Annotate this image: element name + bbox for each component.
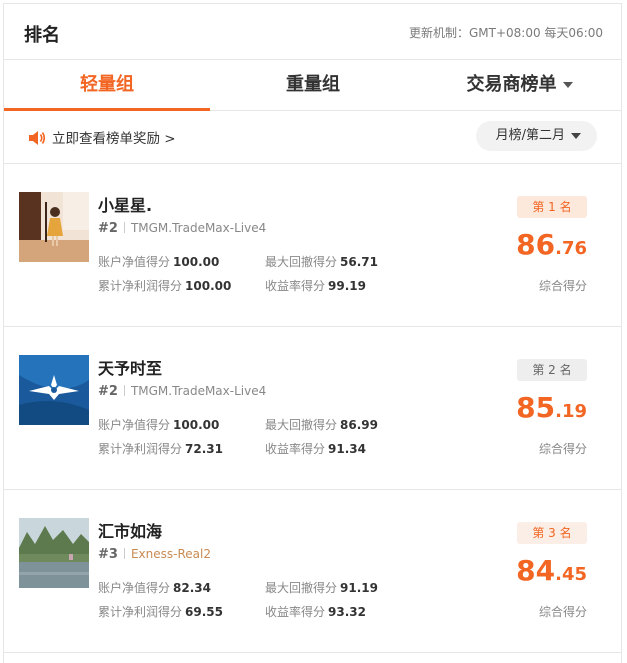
stat-label: 最大回撤得分 bbox=[265, 418, 338, 432]
speaker-icon bbox=[29, 131, 46, 145]
toolbar: 立即查看榜单奖励 > 月榜/第二月 bbox=[4, 111, 621, 164]
score-integer: 86 bbox=[516, 228, 556, 261]
stat-label: 账户净值得分 bbox=[98, 418, 171, 432]
drawdown-stat: 最大回撤得分 86.99 bbox=[265, 416, 378, 433]
stat-label: 账户净值得分 bbox=[98, 255, 171, 269]
ranking-panel: 排名 更新机制：GMT+08:00 每天06:00 轻量组 重量组 交易商榜单 … bbox=[3, 3, 622, 663]
composite-score: 85.19 bbox=[516, 391, 587, 424]
stat-label: 账户净值得分 bbox=[98, 581, 171, 595]
account-rank: #3 bbox=[98, 547, 118, 562]
equity-stat: 账户净值得分 100.00 bbox=[98, 416, 219, 433]
tab-broker-ranking[interactable]: 交易商榜单 bbox=[416, 60, 623, 110]
trader-name: 小星星. bbox=[98, 196, 153, 215]
equity-stat: 账户净值得分 100.00 bbox=[98, 253, 219, 270]
divider bbox=[123, 222, 125, 233]
stat-label: 最大回撤得分 bbox=[265, 255, 338, 269]
profit-stat: 累计净利润得分 72.31 bbox=[98, 440, 223, 457]
score-label: 综合得分 bbox=[538, 279, 587, 293]
ranking-card[interactable]: 汇市如海 #3 Exness-Real2 账户净值得分 82.34 最大回撤得分 91… bbox=[4, 490, 621, 653]
score-integer: 84 bbox=[516, 554, 556, 587]
score-label: 综合得分 bbox=[538, 605, 587, 619]
divider bbox=[123, 548, 125, 559]
score-integer: 85 bbox=[516, 391, 556, 424]
update-schedule-text: 更新机制：GMT+08:00 每天06:00 bbox=[408, 26, 603, 40]
return-stat: 收益率得分 99.19 bbox=[265, 277, 366, 294]
stat-value: 100.00 bbox=[173, 418, 220, 432]
score-label: 综合得分 bbox=[538, 442, 587, 456]
stat-label: 累计净利润得分 bbox=[98, 605, 183, 619]
account-rank: #2 bbox=[98, 384, 118, 399]
profit-stat: 累计净利润得分 69.55 bbox=[98, 603, 223, 620]
view-rewards-link[interactable]: 立即查看榜单奖励 > bbox=[28, 127, 176, 147]
rank-badge: 第 3 名 bbox=[517, 522, 587, 544]
panel-header: 排名 更新机制：GMT+08:00 每天06:00 bbox=[4, 4, 621, 60]
stat-value: 86.99 bbox=[340, 418, 378, 432]
ranking-card[interactable]: 天予时至 #2 TMGM.TradeMax-Live4 账户净值得分 100.00 … bbox=[4, 327, 621, 490]
server-name: Exness-Real2 bbox=[130, 547, 211, 561]
stat-label: 收益率得分 bbox=[265, 279, 326, 293]
avatar bbox=[19, 518, 89, 588]
page-title: 排名 bbox=[24, 25, 60, 46]
stat-value: 82.34 bbox=[173, 581, 211, 595]
ranking-card[interactable]: 小星星. #2 TMGM.TradeMax-Live4 账户净值得分 100.00 … bbox=[4, 164, 621, 327]
score-decimal: .76 bbox=[555, 238, 587, 259]
score-decimal: .45 bbox=[555, 564, 587, 585]
stat-label: 收益率得分 bbox=[265, 442, 326, 456]
server-name: TMGM.TradeMax-Live4 bbox=[130, 384, 267, 398]
stat-value: 100.00 bbox=[185, 279, 232, 293]
tab-heavyweight[interactable]: 重量组 bbox=[210, 60, 416, 110]
period-label: 月榜/第二月 bbox=[495, 128, 565, 143]
equity-stat: 账户净值得分 82.34 bbox=[98, 579, 211, 596]
avatar bbox=[19, 355, 89, 425]
account-info: #2 TMGM.TradeMax-Live4 bbox=[98, 221, 266, 236]
account-rank: #2 bbox=[98, 221, 118, 236]
chevron-down-icon bbox=[571, 132, 581, 139]
account-info: #2 TMGM.TradeMax-Live4 bbox=[98, 384, 266, 399]
score-decimal: .19 bbox=[555, 401, 587, 422]
divider bbox=[123, 385, 125, 396]
trader-name: 天予时至 bbox=[98, 359, 163, 378]
return-stat: 收益率得分 93.32 bbox=[265, 603, 366, 620]
stat-value: 91.34 bbox=[328, 442, 366, 456]
profit-stat: 累计净利润得分 100.00 bbox=[98, 277, 231, 294]
stat-label: 累计净利润得分 bbox=[98, 442, 183, 456]
stat-label: 最大回撤得分 bbox=[265, 581, 338, 595]
stat-value: 91.19 bbox=[340, 581, 378, 595]
return-stat: 收益率得分 91.34 bbox=[265, 440, 366, 457]
group-tabs: 轻量组 重量组 交易商榜单 bbox=[4, 60, 621, 111]
tab-lightweight[interactable]: 轻量组 bbox=[4, 60, 210, 111]
composite-score: 84.45 bbox=[516, 554, 587, 587]
stat-label: 累计净利润得分 bbox=[98, 279, 183, 293]
account-info: #3 Exness-Real2 bbox=[98, 547, 211, 562]
composite-score: 86.76 bbox=[516, 228, 587, 261]
drawdown-stat: 最大回撤得分 91.19 bbox=[265, 579, 378, 596]
tab-label: 轻量组 bbox=[80, 74, 134, 95]
stat-value: 93.32 bbox=[328, 605, 366, 619]
trader-name: 汇市如海 bbox=[98, 522, 163, 541]
stat-value: 100.00 bbox=[173, 255, 220, 269]
stat-value: 56.71 bbox=[340, 255, 378, 269]
rank-badge: 第 2 名 bbox=[517, 359, 587, 381]
tab-label: 重量组 bbox=[286, 74, 340, 95]
drawdown-stat: 最大回撤得分 56.71 bbox=[265, 253, 378, 270]
stat-value: 69.55 bbox=[185, 605, 223, 619]
stat-value: 72.31 bbox=[185, 442, 223, 456]
stat-label: 收益率得分 bbox=[265, 605, 326, 619]
server-name: TMGM.TradeMax-Live4 bbox=[130, 221, 267, 235]
stat-value: 99.19 bbox=[328, 279, 366, 293]
avatar bbox=[19, 192, 89, 262]
period-select[interactable]: 月榜/第二月 bbox=[475, 121, 597, 151]
tab-label: 交易商榜单 bbox=[466, 74, 557, 95]
rank-badge: 第 1 名 bbox=[517, 196, 587, 218]
view-rewards-label: 立即查看榜单奖励 > bbox=[52, 131, 176, 147]
chevron-down-icon bbox=[562, 82, 573, 88]
